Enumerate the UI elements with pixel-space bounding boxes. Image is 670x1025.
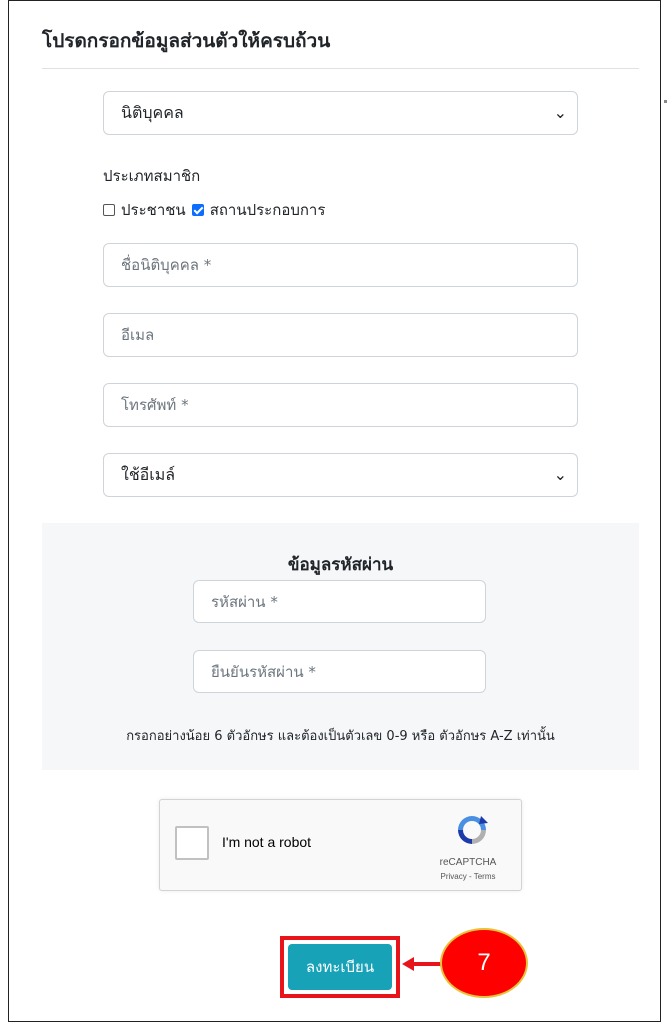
password-input[interactable]	[193, 580, 486, 623]
password-section: ข้อมูลรหัสผ่าน กรอกอย่างน้อย 6 ตัวอักษร …	[42, 523, 639, 770]
member-type-business[interactable]: สถานประกอบการ	[191, 198, 326, 222]
member-type-label: ประเภทสมาชิก	[103, 167, 201, 185]
business-label: สถานประกอบการ	[209, 201, 326, 219]
entity-name-input[interactable]	[103, 243, 578, 287]
entity-type-select[interactable]: นิติบุคคล ⌄	[103, 91, 578, 135]
member-type-citizen[interactable]: ประชาชน	[103, 198, 186, 222]
step-badge: 7	[440, 928, 528, 998]
chevron-down-icon: ⌄	[553, 103, 567, 122]
phone-input[interactable]	[103, 383, 578, 427]
member-type-options: ประชาชน สถานประกอบการ	[103, 198, 331, 222]
register-button[interactable]: ลงทะเบียน	[288, 944, 392, 990]
contact-method-value: ใช้อีเมล์	[121, 465, 176, 484]
recaptcha-checkbox[interactable]	[175, 826, 209, 860]
password-section-title: ข้อมูลรหัสผ่าน	[287, 555, 394, 575]
recaptcha-brand: reCAPTCHA	[439, 857, 497, 868]
business-checkbox[interactable]	[191, 204, 204, 216]
citizen-checkbox[interactable]	[103, 204, 115, 216]
email-input[interactable]	[103, 313, 578, 357]
password-hint: กรอกอย่างน้อย 6 ตัวอักษร และต้องเป็นตัวเ…	[126, 729, 555, 744]
recaptcha-links[interactable]: Privacy - Terms	[418, 872, 518, 881]
recaptcha-logo-icon	[458, 816, 488, 844]
entity-type-value: นิติบุคคล	[121, 103, 184, 122]
recaptcha-widget: I'm not a robot reCAPTCHA Privacy - Term…	[159, 799, 522, 891]
title-divider	[42, 68, 639, 69]
edge-mark	[664, 100, 667, 103]
recaptcha-label: I'm not a robot	[222, 834, 312, 850]
contact-method-select[interactable]: ใช้อีเมล์ ⌄	[103, 453, 578, 497]
register-highlight: ลงทะเบียน	[280, 936, 400, 998]
citizen-label: ประชาชน	[121, 201, 186, 219]
form-title: โปรดกรอกข้อมูลส่วนตัวให้ครบถ้วน	[42, 30, 331, 52]
chevron-down-icon: ⌄	[553, 465, 567, 484]
confirm-password-input[interactable]	[193, 650, 486, 693]
